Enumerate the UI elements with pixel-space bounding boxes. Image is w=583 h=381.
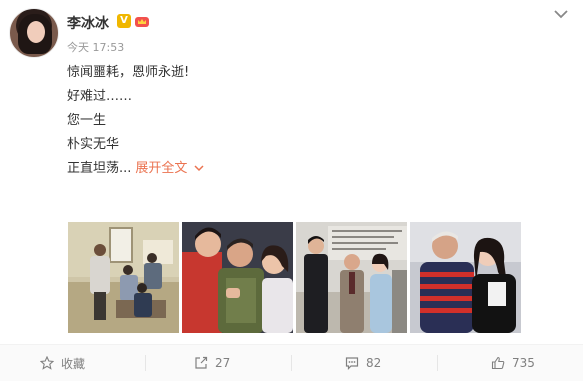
repost-count: 27 — [215, 356, 231, 370]
divider — [145, 355, 146, 371]
post-line: 好难过…… — [67, 89, 133, 104]
like-count: 735 — [512, 356, 535, 370]
like-button[interactable]: 735 — [491, 345, 535, 381]
post-photo[interactable] — [68, 222, 179, 333]
avatar[interactable] — [9, 8, 59, 58]
verified-icon: V — [117, 14, 131, 28]
chevron-down-icon[interactable] — [553, 7, 569, 21]
star-icon — [40, 356, 54, 370]
post-line: 您一生 — [67, 113, 107, 128]
divider — [437, 355, 438, 371]
expand-chevron-icon[interactable] — [194, 165, 204, 172]
post-line: 惊闻噩耗，恩师永逝! — [67, 65, 190, 80]
post-line-last: 正直坦荡... 展开全文 — [67, 157, 547, 181]
favorite-label: 收藏 — [61, 356, 86, 371]
expand-full-text-link[interactable]: 展开全文 — [135, 161, 187, 176]
repost-icon — [195, 356, 208, 369]
thumbs-up-icon — [491, 356, 505, 370]
comment-icon — [345, 357, 359, 370]
post-photo[interactable] — [410, 222, 521, 333]
comment-count: 82 — [366, 356, 382, 370]
username[interactable]: 李冰冰 — [67, 13, 109, 33]
weibo-post-card: 李冰冰 V 今天 17:53 惊闻噩耗，恩师永逝! 好难过…… 您一生 朴实无华… — [0, 0, 583, 381]
post-line: 朴实无华 — [67, 137, 120, 152]
action-bar: 收藏 27 82 735 — [0, 345, 583, 381]
post-text: 惊闻噩耗，恩师永逝! 好难过…… 您一生 朴实无华 正直坦荡... 展开全文 — [67, 61, 547, 181]
post-photo[interactable] — [296, 222, 407, 333]
post-timestamp[interactable]: 今天 17:53 — [67, 39, 124, 55]
favorite-button[interactable]: 收藏 — [40, 345, 85, 381]
divider — [291, 355, 292, 371]
post-line: 正直坦荡... — [67, 161, 132, 176]
comment-button[interactable]: 82 — [345, 345, 381, 381]
post-photo[interactable] — [182, 222, 293, 333]
crown-icon — [135, 17, 149, 27]
repost-button[interactable]: 27 — [194, 345, 230, 381]
